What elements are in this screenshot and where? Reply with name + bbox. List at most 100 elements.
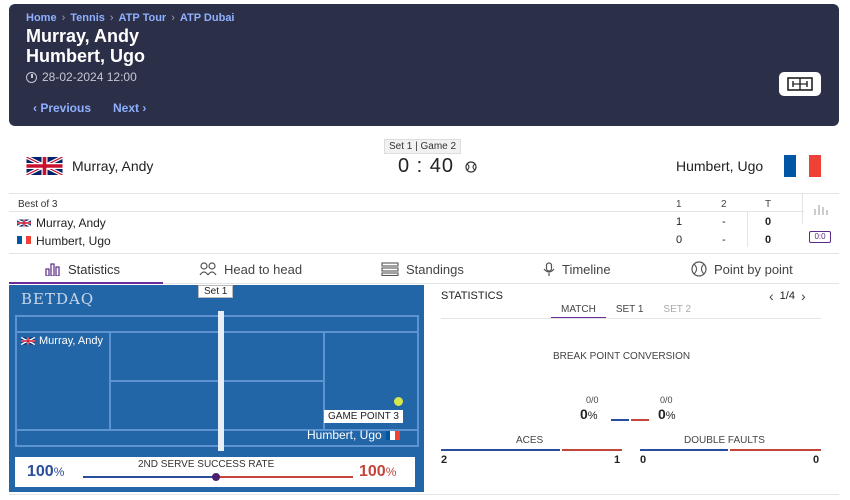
microphone-icon <box>543 261 555 276</box>
serve-success-label: 2ND SERVE SUCCESS RATE <box>138 459 275 470</box>
breadcrumb-atp-dubai[interactable]: ATP Dubai <box>180 12 235 24</box>
df-bar-right <box>730 449 821 451</box>
breadcrumb-separator: › <box>171 12 175 24</box>
france-flag-icon <box>17 236 32 244</box>
tab-head-to-head-label: Head to head <box>224 261 303 277</box>
next-button[interactable]: Next › <box>113 101 146 115</box>
tab-bar: Statistics Head to head Standings Timeli… <box>9 253 839 284</box>
france-flag-icon <box>385 430 400 440</box>
tab-standings[interactable]: Standings <box>381 254 464 284</box>
uk-flag-icon <box>17 219 31 227</box>
court-line <box>17 331 417 333</box>
previous-button[interactable]: ‹ Previous <box>33 101 91 115</box>
table-row-player1-name: Murray, Andy <box>36 216 106 230</box>
tab-head-to-head[interactable]: Head to head <box>199 254 302 284</box>
player1-set2: - <box>722 216 726 228</box>
df-right-value: 0 <box>813 454 820 466</box>
breadcrumb-tennis[interactable]: Tennis <box>70 12 105 24</box>
statistics-icon <box>45 263 60 276</box>
serve-success-left: 100% <box>27 463 65 480</box>
court-player1-name: Murray, Andy <box>39 335 103 347</box>
period-tab-match[interactable]: MATCH <box>551 304 606 319</box>
break-point-label: BREAK POINT CONVERSION <box>553 351 691 362</box>
court-player2-name: Humbert, Ugo <box>307 428 382 442</box>
tennis-ball-icon <box>691 261 707 277</box>
bp-bar-right <box>631 419 649 421</box>
tab-point-by-point[interactable]: Point by point <box>691 254 793 284</box>
court-view-button[interactable] <box>779 72 821 96</box>
player2-set1: 0 <box>676 234 683 246</box>
breadcrumb-separator: › <box>61 12 66 24</box>
tab-standings-label: Standings <box>406 261 464 277</box>
table-row-player2-name: Humbert, Ugo <box>36 234 111 248</box>
chevron-left-icon[interactable]: ‹ <box>769 288 774 304</box>
tab-point-by-point-label: Point by point <box>714 261 793 277</box>
breadcrumb-atp-tour[interactable]: ATP Tour <box>119 12 167 24</box>
court-player2: Humbert, Ugo <box>307 428 400 442</box>
breadcrumb: Home › Tennis › ATP Tour › ATP Dubai <box>26 12 235 24</box>
court-line <box>109 380 325 382</box>
title-player2: Humbert, Ugo <box>26 46 145 66</box>
active-tab-indicator <box>9 282 163 284</box>
match-datetime: 28-02-2024 12:00 <box>26 70 137 84</box>
serve-bar-left <box>83 476 216 478</box>
france-flag-icon <box>784 155 821 177</box>
divider <box>441 318 821 319</box>
player2-set2: - <box>722 234 726 246</box>
court-set-label: Set 1 <box>198 285 234 298</box>
bp-right-value: 0% <box>658 406 676 422</box>
best-of-label: Best of 3 <box>18 199 58 210</box>
tab-statistics[interactable]: Statistics <box>45 254 120 284</box>
breadcrumb-home[interactable]: Home <box>26 12 57 24</box>
chevron-right-icon[interactable]: › <box>801 288 806 304</box>
aces-left-value: 2 <box>441 454 448 466</box>
bp-left-fraction: 0/0 <box>586 395 599 405</box>
serve-success-right: 100% <box>359 463 397 480</box>
match-title: Murray, Andy Humbert, Ugo <box>26 26 145 66</box>
uk-flag-icon <box>26 157 63 175</box>
court-icon <box>787 77 813 91</box>
statistics-panel: STATISTICS ‹ 1/4 › MATCH SET 1 SET 2 BRE… <box>441 285 821 492</box>
match-header: Home › Tennis › ATP Tour › ATP Dubai Mur… <box>9 4 839 126</box>
bp-bar-left <box>611 419 629 421</box>
court-score-badge[interactable]: 0:0 <box>809 231 831 243</box>
player1-set1: 1 <box>676 216 683 228</box>
stats-page-indicator: 1/4 <box>779 290 795 302</box>
uk-flag-icon <box>21 337 35 345</box>
sponsor-logo: BETDAQ <box>21 290 95 308</box>
datetime-text: 28-02-2024 12:00 <box>42 70 137 84</box>
statistics-title: STATISTICS <box>441 290 503 302</box>
period-tab-set1[interactable]: SET 1 <box>606 304 654 319</box>
ball-marker-icon <box>394 397 403 406</box>
player1-total: 0 <box>765 216 772 228</box>
serve-bar-marker <box>212 473 220 481</box>
set-game-indicator: Set 1 | Game 2 <box>384 139 462 154</box>
period-tab-set2[interactable]: SET 2 <box>653 304 701 319</box>
aces-right-value: 1 <box>614 454 621 466</box>
aces-bar-right <box>562 449 622 451</box>
divider <box>9 211 804 212</box>
court-visualization: BETDAQ Set 1 Murray, Andy GAME POINT 3 H… <box>9 285 424 492</box>
head-to-head-icon <box>199 262 217 276</box>
column-header-total: T <box>765 199 772 210</box>
stats-bars-button[interactable] <box>802 194 839 224</box>
divider <box>747 211 748 247</box>
tab-statistics-label: Statistics <box>68 261 121 277</box>
score-table: Best of 3 1 2 T Murray, Andy 1 - 0 Humbe… <box>9 193 839 250</box>
aces-bar-left <box>441 449 560 451</box>
tab-timeline[interactable]: Timeline <box>543 254 611 284</box>
bar-chart-icon <box>814 205 828 215</box>
breadcrumb-separator: › <box>109 12 114 24</box>
player2-total: 0 <box>765 234 772 246</box>
bp-left-value: 0% <box>580 406 598 422</box>
court-player1: Murray, Andy <box>21 335 103 347</box>
court-net <box>218 311 224 451</box>
stats-pager: ‹ 1/4 › <box>769 288 806 304</box>
divider <box>9 494 839 495</box>
standings-icon <box>381 262 399 276</box>
serving-ball-icon <box>465 161 477 173</box>
bp-right-fraction: 0/0 <box>660 395 673 405</box>
game-score: 0 : 40 <box>398 155 455 177</box>
scoreboard-player2: Humbert, Ugo <box>676 158 764 174</box>
scoreboard-player1: Murray, Andy <box>72 158 154 174</box>
